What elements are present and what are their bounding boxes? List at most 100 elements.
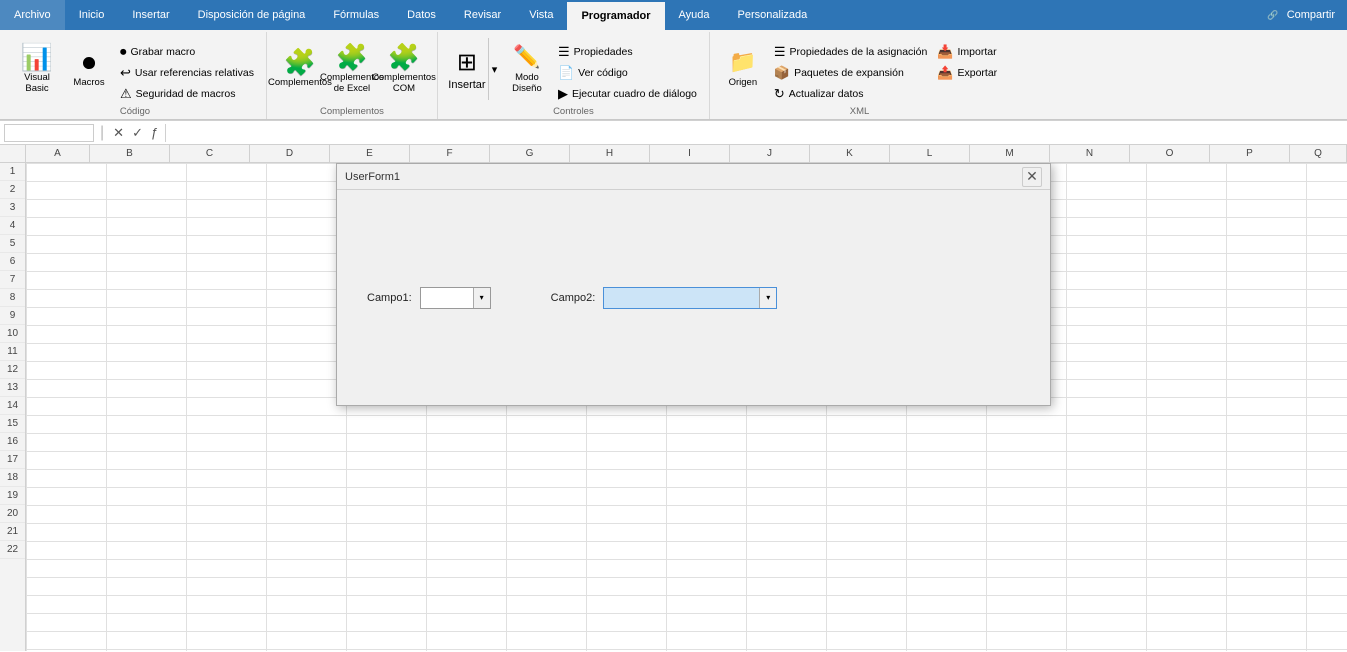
- usar-referencias-icon: ↩: [120, 65, 131, 81]
- visual-basic-label: VisualBasic: [24, 72, 50, 95]
- origen-button[interactable]: 📁 Origen: [718, 38, 768, 100]
- seguridad-macros-button[interactable]: ⚠ Seguridad de macros: [116, 84, 258, 104]
- propiedades-button[interactable]: ☰ Propiedades: [554, 42, 701, 62]
- ver-codigo-button[interactable]: 📄 Ver código: [554, 63, 701, 83]
- share-button[interactable]: Compartir: [1287, 9, 1335, 21]
- tab-ayuda[interactable]: Ayuda: [665, 0, 724, 30]
- insertar-main[interactable]: ⊞ Insertar: [446, 38, 488, 100]
- name-box[interactable]: [4, 124, 94, 142]
- row-header-1[interactable]: 1: [0, 163, 25, 181]
- row-header-10[interactable]: 10: [0, 325, 25, 343]
- tab-formulas[interactable]: Fórmulas: [319, 0, 393, 30]
- row-header-14[interactable]: 14: [0, 397, 25, 415]
- col-header-l[interactable]: L: [890, 145, 970, 162]
- confirm-formula-icon[interactable]: ✓: [129, 124, 146, 142]
- importar-icon: 📥: [937, 44, 953, 60]
- ejecutar-cuadro-label: Ejecutar cuadro de diálogo: [572, 88, 697, 100]
- row-header-18[interactable]: 18: [0, 469, 25, 487]
- exportar-button[interactable]: 📤 Exportar: [933, 63, 1001, 83]
- campo1-input[interactable]: [421, 288, 473, 308]
- ribbon-group-controles: ⊞ Insertar ▾ ✏️ ModoDiseño ☰ Propiedades…: [438, 32, 710, 119]
- row-header-5[interactable]: 5: [0, 235, 25, 253]
- row-header-8[interactable]: 8: [0, 289, 25, 307]
- campo2-combobox[interactable]: ▾: [603, 287, 777, 309]
- col-header-p[interactable]: P: [1210, 145, 1290, 162]
- propiedades-label: Propiedades: [574, 46, 633, 58]
- tab-archivo[interactable]: Archivo: [0, 0, 65, 30]
- tab-revisar[interactable]: Revisar: [450, 0, 515, 30]
- ribbon-group-xml: 📁 Origen ☰ Propiedades de la asignación …: [710, 32, 1009, 119]
- usar-referencias-label: Usar referencias relativas: [135, 67, 254, 79]
- row-header-6[interactable]: 6: [0, 253, 25, 271]
- row-header-7[interactable]: 7: [0, 271, 25, 289]
- ejecutar-cuadro-button[interactable]: ▶ Ejecutar cuadro de diálogo: [554, 84, 701, 104]
- campo2-arrow[interactable]: ▾: [759, 288, 776, 308]
- row-header-21[interactable]: 21: [0, 523, 25, 541]
- row-header-22[interactable]: 22: [0, 541, 25, 559]
- insertar-split-button[interactable]: ⊞ Insertar ▾: [446, 38, 500, 100]
- macros-button[interactable]: ⏺ Macros: [64, 38, 114, 100]
- tab-insertar[interactable]: Insertar: [118, 0, 183, 30]
- complementos-icon: 🧩: [284, 49, 316, 75]
- col-header-q[interactable]: Q: [1290, 145, 1347, 162]
- grabar-macro-button[interactable]: ⏺ Grabar macro: [116, 42, 258, 62]
- col-header-o[interactable]: O: [1130, 145, 1210, 162]
- col-header-e[interactable]: E: [330, 145, 410, 162]
- campo1-combobox[interactable]: ▾: [420, 287, 491, 309]
- importar-button[interactable]: 📥 Importar: [933, 42, 1001, 62]
- formula-input[interactable]: [165, 124, 1343, 142]
- campo2-label: Campo2:: [551, 292, 596, 304]
- actualizar-datos-button[interactable]: ↻ Actualizar datos: [770, 84, 931, 104]
- modal-close-button[interactable]: ✕: [1022, 167, 1042, 187]
- complementos-com-label: ComplementosCOM: [372, 72, 436, 95]
- col-header-d[interactable]: D: [250, 145, 330, 162]
- tab-programador[interactable]: Programador: [567, 0, 664, 30]
- row-header-9[interactable]: 9: [0, 307, 25, 325]
- tab-datos[interactable]: Datos: [393, 0, 450, 30]
- insertar-arrow[interactable]: ▾: [488, 38, 500, 100]
- col-header-a[interactable]: A: [26, 145, 90, 162]
- modal-title: UserForm1: [345, 171, 400, 183]
- usar-referencias-button[interactable]: ↩ Usar referencias relativas: [116, 63, 258, 83]
- col-header-b[interactable]: B: [90, 145, 170, 162]
- col-header-i[interactable]: I: [650, 145, 730, 162]
- row-header-15[interactable]: 15: [0, 415, 25, 433]
- col-header-n[interactable]: N: [1050, 145, 1130, 162]
- campo2-input[interactable]: [604, 288, 759, 308]
- row-header-16[interactable]: 16: [0, 433, 25, 451]
- col-header-m[interactable]: M: [970, 145, 1050, 162]
- row-header-17[interactable]: 17: [0, 451, 25, 469]
- controles-group-label: Controles: [553, 106, 594, 117]
- col-header-f[interactable]: F: [410, 145, 490, 162]
- corner-cell[interactable]: [0, 145, 26, 162]
- col-header-j[interactable]: J: [730, 145, 810, 162]
- propiedades-asignacion-button[interactable]: ☰ Propiedades de la asignación: [770, 42, 931, 62]
- complementos-button[interactable]: 🧩 Complementos: [275, 38, 325, 100]
- modo-diseno-button[interactable]: ✏️ ModoDiseño: [502, 38, 552, 100]
- row-header-13[interactable]: 13: [0, 379, 25, 397]
- row-header-2[interactable]: 2: [0, 181, 25, 199]
- tab-inicio[interactable]: Inicio: [65, 0, 119, 30]
- col-header-k[interactable]: K: [810, 145, 890, 162]
- campo2-group: Campo2: ▾: [551, 287, 778, 309]
- tab-disposicion[interactable]: Disposición de página: [184, 0, 320, 30]
- visual-basic-button[interactable]: 📊 VisualBasic: [12, 38, 62, 100]
- col-header-g[interactable]: G: [490, 145, 570, 162]
- tab-personalizada[interactable]: Personalizada: [724, 0, 822, 30]
- insert-function-icon[interactable]: ƒ: [148, 124, 161, 141]
- row-header-3[interactable]: 3: [0, 199, 25, 217]
- row-header-19[interactable]: 19: [0, 487, 25, 505]
- row-header-20[interactable]: 20: [0, 505, 25, 523]
- complementos-com-button[interactable]: 🧩 ComplementosCOM: [379, 38, 429, 100]
- complementos-excel-button[interactable]: 🧩 Complementosde Excel: [327, 38, 377, 100]
- col-header-h[interactable]: H: [570, 145, 650, 162]
- visual-basic-icon: 📊: [21, 44, 53, 70]
- row-header-4[interactable]: 4: [0, 217, 25, 235]
- col-header-c[interactable]: C: [170, 145, 250, 162]
- cancel-formula-icon[interactable]: ✕: [110, 124, 127, 142]
- paquetes-expansion-button[interactable]: 📦 Paquetes de expansión: [770, 63, 931, 83]
- tab-vista[interactable]: Vista: [515, 0, 567, 30]
- campo1-arrow[interactable]: ▾: [473, 288, 490, 308]
- row-header-12[interactable]: 12: [0, 361, 25, 379]
- row-header-11[interactable]: 11: [0, 343, 25, 361]
